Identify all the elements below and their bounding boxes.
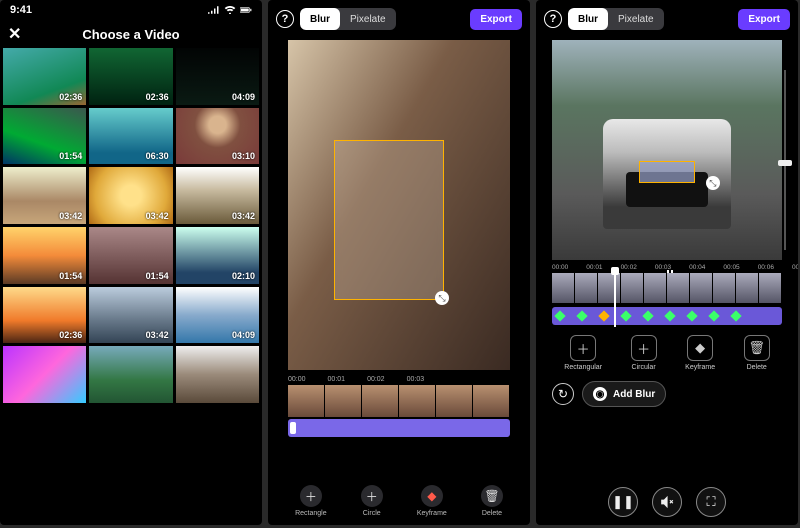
video-grid: 02:36 02:36 04:09 01:54 06:30 03:10 03:4… — [0, 48, 262, 403]
add-blur-row: ↻ ◉ Add Blur — [552, 381, 782, 407]
blur-track[interactable] — [288, 419, 510, 437]
video-thumb[interactable]: 04:09 — [176, 287, 259, 344]
undo-icon[interactable]: ↻ — [552, 383, 574, 405]
mode-segmented-control: Blur Pixelate — [568, 8, 664, 30]
video-thumb[interactable]: 03:42 — [89, 167, 172, 224]
video-thumb[interactable] — [176, 346, 259, 403]
intensity-slider[interactable] — [778, 70, 792, 250]
tab-pixelate[interactable]: Pixelate — [608, 8, 664, 30]
video-thumb[interactable]: 01:54 — [3, 108, 86, 165]
tool-rectangle[interactable]: ＋ Rectangular — [564, 335, 602, 371]
blur-editor-panel-portrait: ? Blur Pixelate Export ⤡ 00:00 00:01 00:… — [268, 0, 530, 525]
keyframe-marker-icon[interactable] — [576, 310, 587, 321]
keyframe-marker-icon[interactable] — [686, 310, 697, 321]
blur-region-rectangle[interactable]: ⤡ — [334, 140, 444, 300]
plus-icon: ＋ — [570, 335, 596, 361]
video-thumb[interactable]: 06:30 — [89, 108, 172, 165]
blur-region-rectangle[interactable] — [639, 161, 694, 183]
video-thumb[interactable] — [89, 346, 172, 403]
video-thumb[interactable]: 03:10 — [176, 108, 259, 165]
tool-delete[interactable]: 🗑 Delete — [481, 485, 503, 517]
video-thumb[interactable]: 01:54 — [3, 227, 86, 284]
video-thumb[interactable]: 04:09 — [176, 48, 259, 105]
tool-circle[interactable]: ＋ Circle — [361, 485, 383, 517]
keyframe-icon: ◆ — [687, 335, 713, 361]
header: ✕ Choose a Video — [0, 20, 262, 48]
fullscreen-button[interactable]: ⛶ — [696, 487, 726, 517]
mode-segmented-control: Blur Pixelate — [300, 8, 396, 30]
tool-keyframe[interactable]: ◆ Keyframe — [417, 485, 447, 517]
trash-icon: 🗑 — [744, 335, 770, 361]
tab-blur[interactable]: Blur — [568, 8, 608, 30]
video-thumb[interactable]: 02:36 — [3, 287, 86, 344]
video-thumb[interactable]: 03:42 — [89, 287, 172, 344]
battery-icon — [240, 6, 252, 14]
video-thumb[interactable] — [3, 346, 86, 403]
tab-blur[interactable]: Blur — [300, 8, 340, 30]
page-title: Choose a Video — [82, 27, 179, 42]
tool-circle[interactable]: ＋ Circular — [631, 335, 657, 371]
help-icon[interactable]: ? — [276, 10, 294, 28]
signal-icon — [208, 6, 220, 14]
keyframe-marker-icon[interactable] — [620, 310, 631, 321]
plus-icon: ＋ — [631, 335, 657, 361]
keyframe-marker-active-icon[interactable] — [598, 310, 609, 321]
export-button[interactable]: Export — [738, 9, 790, 30]
video-thumb[interactable]: 02:36 — [89, 48, 172, 105]
keyframe-track[interactable] — [552, 307, 782, 325]
mute-button[interactable] — [652, 487, 682, 517]
editor-header: ? Blur Pixelate Export — [536, 0, 798, 36]
video-thumb[interactable]: 02:36 — [3, 48, 86, 105]
track-handle-icon[interactable] — [290, 422, 296, 434]
help-icon[interactable]: ? — [544, 10, 562, 28]
slider-thumb[interactable] — [778, 160, 792, 166]
add-blur-button[interactable]: ◉ Add Blur — [582, 381, 666, 407]
playback-controls: ❚❚ ⛶ — [536, 487, 798, 517]
video-thumb[interactable]: 03:42 — [3, 167, 86, 224]
shape-toolbar: ＋ Rectangle ＋ Circle ◆ Keyframe 🗑 Delete — [268, 485, 530, 517]
keyframe-marker-icon[interactable] — [708, 310, 719, 321]
tool-keyframe[interactable]: ◆ Keyframe — [685, 335, 715, 371]
status-bar: 9:41 — [0, 0, 262, 20]
video-preview[interactable]: ⤡ — [288, 40, 510, 370]
tool-delete[interactable]: 🗑 Delete — [744, 335, 770, 371]
keyframe-marker-icon[interactable] — [642, 310, 653, 321]
pause-button[interactable]: ❚❚ — [608, 487, 638, 517]
status-time: 9:41 — [10, 4, 32, 16]
export-button[interactable]: Export — [470, 9, 522, 30]
keyframe-marker-icon[interactable] — [664, 310, 675, 321]
video-preview[interactable]: ⤡ — [552, 40, 782, 260]
video-thumb[interactable]: 02:10 — [176, 227, 259, 284]
plus-icon: ＋ — [361, 485, 383, 507]
keyframe-marker-icon[interactable] — [730, 310, 741, 321]
timeline[interactable] — [552, 273, 782, 303]
shape-toolbar: ＋ Rectangular ＋ Circular ◆ Keyframe 🗑 De… — [536, 335, 798, 371]
close-icon[interactable]: ✕ — [8, 24, 21, 44]
speaker-off-icon — [660, 495, 674, 509]
tab-pixelate[interactable]: Pixelate — [340, 8, 396, 30]
timeline[interactable] — [288, 385, 510, 417]
wifi-icon — [224, 6, 236, 14]
trash-icon: 🗑 — [481, 485, 503, 507]
keyframe-icon: ◆ — [421, 485, 443, 507]
blur-editor-panel-car: ? Blur Pixelate Export ⤡ 00:00 00:01 00:… — [536, 0, 798, 525]
plus-icon: ＋ — [300, 485, 322, 507]
status-icons — [208, 6, 252, 14]
timeline-ticks: 00:00 00:01 00:02 00:03 — [268, 370, 530, 385]
tool-rectangle[interactable]: ＋ Rectangle — [295, 485, 327, 517]
choose-video-panel: 9:41 ✕ Choose a Video 02:36 02:36 04:09 … — [0, 0, 262, 525]
editor-header: ? Blur Pixelate Export — [268, 0, 530, 36]
resize-handle-icon[interactable]: ⤡ — [435, 291, 449, 305]
video-thumb[interactable]: 03:42 — [176, 167, 259, 224]
keyframe-marker-icon[interactable] — [554, 310, 565, 321]
droplet-icon: ◉ — [593, 387, 607, 401]
video-thumb[interactable]: 01:54 — [89, 227, 172, 284]
playhead[interactable] — [614, 271, 616, 327]
